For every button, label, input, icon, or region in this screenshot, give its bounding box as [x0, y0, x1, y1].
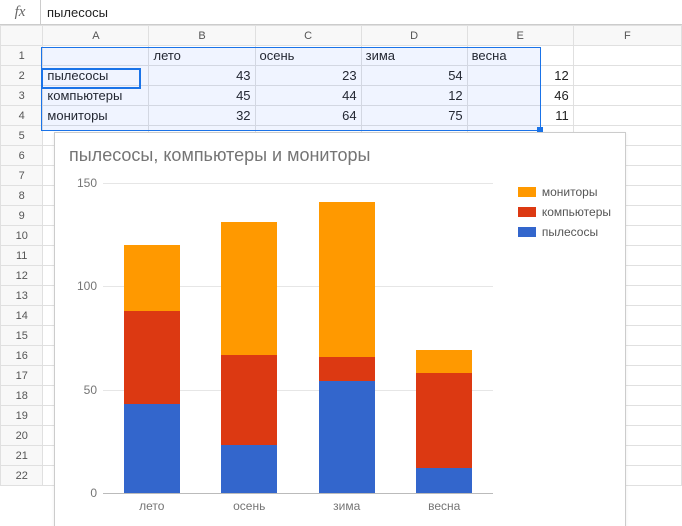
chart-bar-segment — [221, 355, 277, 446]
row-header[interactable]: 19 — [1, 406, 43, 426]
chart-gridline — [103, 183, 493, 184]
cell[interactable]: зима — [361, 46, 467, 66]
cell[interactable]: 54 — [361, 66, 467, 86]
cell[interactable]: 75 — [361, 106, 467, 126]
row-header[interactable]: 11 — [1, 246, 43, 266]
cell[interactable] — [43, 46, 149, 66]
legend-label: компьютеры — [542, 205, 611, 219]
row-header[interactable]: 14 — [1, 306, 43, 326]
chart-x-tick-label: зима — [312, 499, 382, 513]
cell[interactable]: мониторы — [43, 106, 149, 126]
cell[interactable] — [573, 86, 681, 106]
chart-bar-stack — [319, 202, 375, 493]
chart-bar-segment — [221, 222, 277, 354]
chart-bar-segment — [416, 468, 472, 493]
chart-x-tick-label: осень — [214, 499, 284, 513]
col-header-B[interactable]: B — [149, 26, 255, 46]
row-header[interactable]: 1 — [1, 46, 43, 66]
chart-bar-stack — [124, 245, 180, 493]
chart-legend: мониторы компьютеры пылесосы — [518, 185, 611, 245]
embedded-chart[interactable]: пылесосы, компьютеры и мониторы мониторы… — [54, 132, 626, 526]
legend-label: пылесосы — [542, 225, 598, 239]
chart-bar-segment — [319, 202, 375, 357]
col-header-E[interactable]: E — [467, 26, 573, 46]
row-header[interactable]: 17 — [1, 366, 43, 386]
chart-bar-stack — [221, 222, 277, 493]
chart-x-tick-label: весна — [409, 499, 479, 513]
col-header-F[interactable]: F — [573, 26, 681, 46]
cell[interactable]: 12 — [361, 86, 467, 106]
cell[interactable]: 46 — [467, 86, 573, 106]
cell[interactable]: весна — [467, 46, 573, 66]
chart-y-tick-label: 50 — [84, 383, 97, 397]
chart-bar-segment — [416, 350, 472, 373]
row-header[interactable]: 13 — [1, 286, 43, 306]
row-header[interactable]: 10 — [1, 226, 43, 246]
cell[interactable]: 11 — [467, 106, 573, 126]
legend-item: пылесосы — [518, 225, 611, 239]
chart-y-tick-label: 150 — [77, 176, 97, 190]
row-header[interactable]: 5 — [1, 126, 43, 146]
legend-swatch-icon — [518, 187, 536, 197]
chart-y-tick-label: 100 — [77, 279, 97, 293]
col-header-A[interactable]: A — [43, 26, 149, 46]
row-header[interactable]: 20 — [1, 426, 43, 446]
row-header[interactable]: 15 — [1, 326, 43, 346]
formula-bar: fx пылесосы — [0, 0, 682, 25]
row-header[interactable]: 3 — [1, 86, 43, 106]
cell[interactable]: лето — [149, 46, 255, 66]
row-header[interactable]: 22 — [1, 466, 43, 486]
chart-bar-segment — [319, 381, 375, 493]
chart-bar-segment — [124, 311, 180, 404]
legend-label: мониторы — [542, 185, 598, 199]
row-header[interactable]: 16 — [1, 346, 43, 366]
legend-item: компьютеры — [518, 205, 611, 219]
legend-item: мониторы — [518, 185, 611, 199]
cell[interactable]: 23 — [255, 66, 361, 86]
chart-bar-segment — [124, 245, 180, 311]
cell[interactable] — [573, 46, 681, 66]
row-header[interactable]: 8 — [1, 186, 43, 206]
cell[interactable]: компьютеры — [43, 86, 149, 106]
col-header-C[interactable]: C — [255, 26, 361, 46]
chart-bar-segment — [319, 357, 375, 382]
row-header[interactable]: 6 — [1, 146, 43, 166]
row-header[interactable]: 7 — [1, 166, 43, 186]
cell[interactable] — [573, 66, 681, 86]
cell[interactable]: пылесосы — [43, 66, 149, 86]
row-header[interactable]: 18 — [1, 386, 43, 406]
chart-gridline — [103, 493, 493, 494]
cell[interactable]: осень — [255, 46, 361, 66]
select-all-corner[interactable] — [1, 26, 43, 46]
row-header[interactable]: 12 — [1, 266, 43, 286]
cell[interactable]: 64 — [255, 106, 361, 126]
formula-input[interactable]: пылесосы — [41, 5, 682, 20]
spreadsheet-grid[interactable]: A B C D E F 1 лето осень зима весна 2 пы… — [0, 25, 682, 486]
chart-plot-area: 050100150летоосеньзимавесна — [103, 183, 493, 493]
row-header[interactable]: 4 — [1, 106, 43, 126]
chart-bar-stack — [416, 350, 472, 493]
legend-swatch-icon — [518, 207, 536, 217]
fx-icon: fx — [0, 0, 41, 24]
row-header[interactable]: 21 — [1, 446, 43, 466]
cell[interactable] — [573, 106, 681, 126]
col-header-D[interactable]: D — [361, 26, 467, 46]
chart-bar-segment — [416, 373, 472, 468]
legend-swatch-icon — [518, 227, 536, 237]
chart-bar-segment — [124, 404, 180, 493]
cell[interactable]: 43 — [149, 66, 255, 86]
cell[interactable]: 45 — [149, 86, 255, 106]
row-header[interactable]: 9 — [1, 206, 43, 226]
cell[interactable]: 32 — [149, 106, 255, 126]
cell[interactable]: 12 — [467, 66, 573, 86]
cell[interactable]: 44 — [255, 86, 361, 106]
chart-x-tick-label: лето — [117, 499, 187, 513]
chart-title: пылесосы, компьютеры и мониторы — [69, 145, 370, 166]
chart-y-tick-label: 0 — [90, 486, 97, 500]
row-header[interactable]: 2 — [1, 66, 43, 86]
chart-bar-segment — [221, 445, 277, 493]
